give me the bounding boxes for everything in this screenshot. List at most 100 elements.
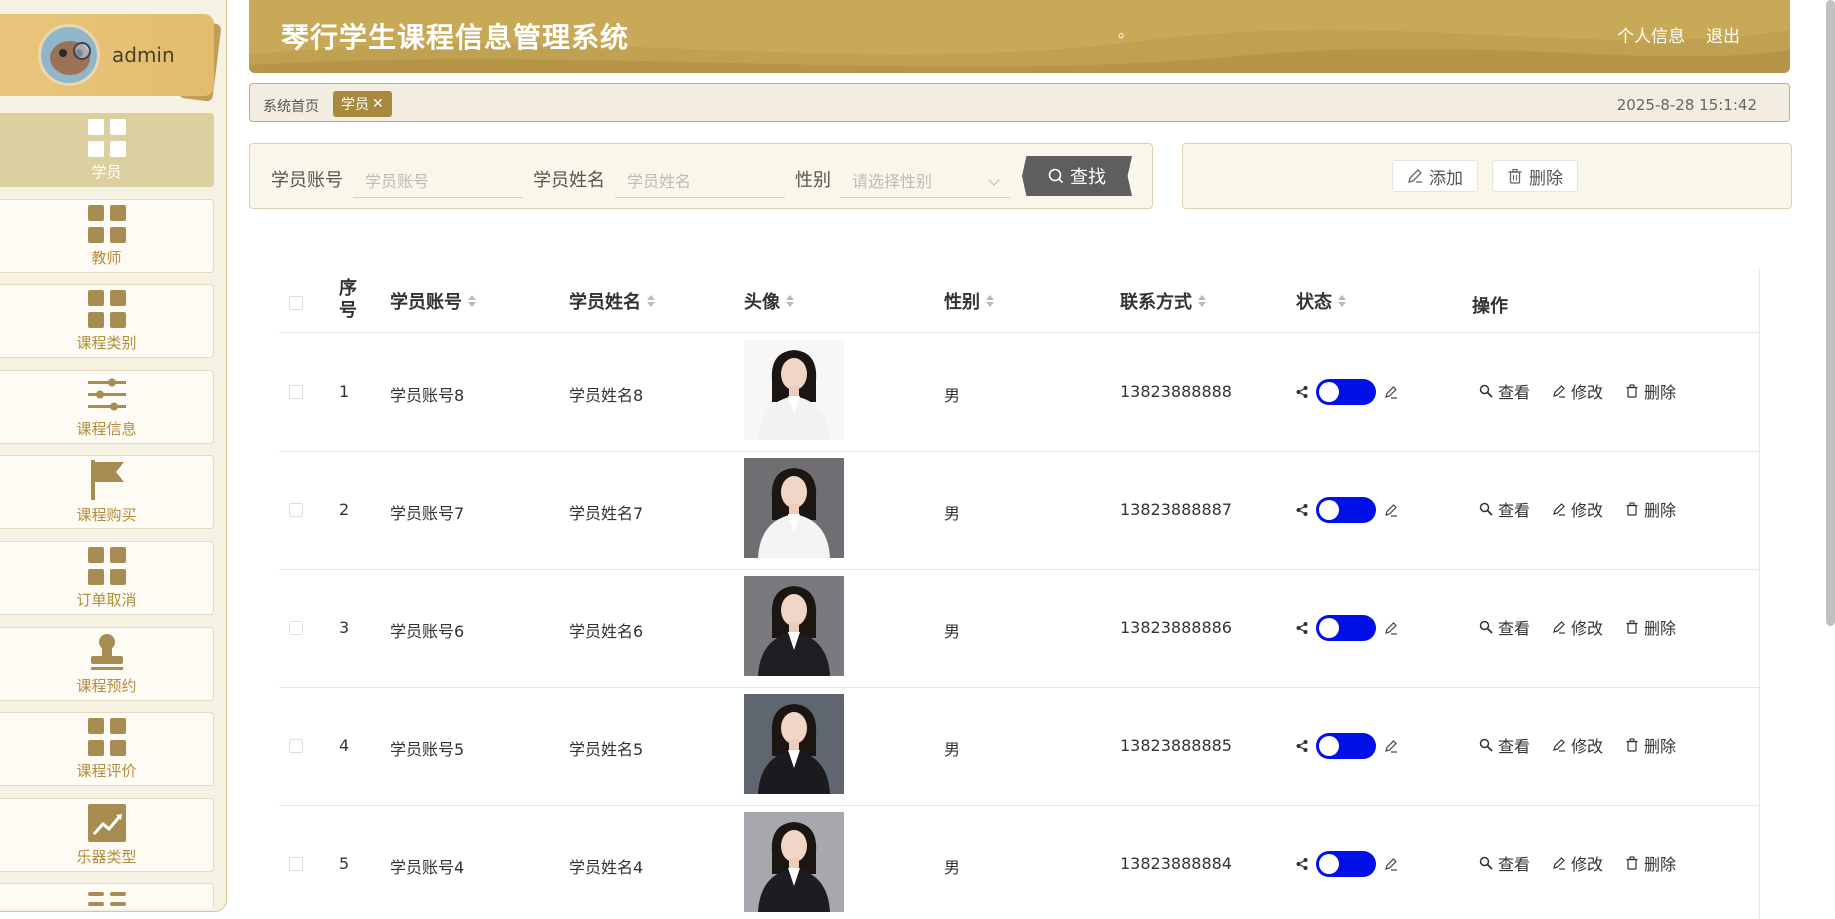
- grid-icon: [87, 717, 126, 756]
- student-photo[interactable]: [744, 340, 844, 440]
- row-checkbox[interactable]: [289, 857, 303, 871]
- search-panel: 学员账号 学员账号 学员姓名 学员姓名 性别 请选择性别 查找: [249, 143, 1153, 209]
- sidebar-item-order-cancel[interactable]: 订单取消: [0, 541, 214, 615]
- sidebar-item-teachers[interactable]: 教师: [0, 199, 214, 273]
- edit-button[interactable]: 修改: [1552, 615, 1603, 639]
- row-checkbox[interactable]: [289, 739, 303, 753]
- delete-button[interactable]: 删除: [1492, 160, 1578, 192]
- edit-icon[interactable]: [1384, 621, 1398, 635]
- sidebar-item-students[interactable]: 学员: [0, 113, 214, 187]
- delete-row-button[interactable]: 删除: [1625, 615, 1676, 639]
- view-button[interactable]: 查看: [1479, 497, 1530, 521]
- status-toggle[interactable]: [1316, 497, 1376, 523]
- edit-button-label: 修改: [1571, 737, 1604, 756]
- status-cell: [1296, 733, 1398, 759]
- row-checkbox[interactable]: [289, 385, 303, 399]
- header-status[interactable]: 状态: [1296, 288, 1346, 314]
- edit-icon[interactable]: [1384, 739, 1398, 753]
- status-toggle[interactable]: [1316, 733, 1376, 759]
- edit-icon[interactable]: [1384, 857, 1398, 871]
- student-photo[interactable]: [744, 458, 844, 558]
- view-button[interactable]: 查看: [1479, 851, 1530, 875]
- gender-select[interactable]: 请选择性别: [840, 158, 1010, 198]
- student-photo[interactable]: [744, 812, 844, 912]
- delete-row-button[interactable]: 删除: [1625, 851, 1676, 875]
- sort-icon[interactable]: [1338, 295, 1346, 307]
- tag-home[interactable]: 系统首页: [263, 96, 319, 116]
- sidebar-item-more[interactable]: [0, 883, 214, 909]
- share-icon[interactable]: [1296, 386, 1308, 398]
- sort-icon[interactable]: [786, 295, 794, 307]
- sidebar-item-instrument-type[interactable]: 乐器类型: [0, 798, 214, 872]
- app-root: admin 学员 教师 课程类别 课程信息 课程购买 订单取消 课程预约 课程评…: [0, 0, 1835, 919]
- sort-icon[interactable]: [986, 295, 994, 307]
- sidebar-item-course-info[interactable]: 课程信息: [0, 370, 214, 444]
- sort-icon[interactable]: [1198, 295, 1206, 307]
- page-scrollbar[interactable]: [1826, 0, 1835, 626]
- header-phone[interactable]: 联系方式: [1120, 288, 1206, 314]
- edit-icon: [1553, 621, 1566, 634]
- header-gender[interactable]: 性别: [944, 288, 994, 314]
- header-account[interactable]: 学员账号: [390, 288, 476, 314]
- row-actions: 查看 修改 删除: [1479, 379, 1676, 403]
- view-button[interactable]: 查看: [1479, 379, 1530, 403]
- header-avatar[interactable]: 头像: [744, 288, 794, 314]
- view-button[interactable]: 查看: [1479, 733, 1530, 757]
- sidebar-item-course-purchase[interactable]: 课程购买: [0, 455, 214, 529]
- header-name[interactable]: 学员姓名: [569, 288, 655, 314]
- row-account: 学员账号4: [390, 858, 465, 877]
- sidebar-item-course-booking[interactable]: 课程预约: [0, 627, 214, 701]
- tag-students-active[interactable]: 学员 ✕: [333, 91, 392, 117]
- sidebar-item-course-review[interactable]: 课程评价: [0, 712, 214, 786]
- trash-icon: [1626, 502, 1638, 516]
- row-checkbox[interactable]: [289, 503, 303, 517]
- sort-icon[interactable]: [647, 295, 655, 307]
- row-name: 学员姓名4: [569, 858, 644, 877]
- logout-link[interactable]: 退出: [1706, 22, 1740, 47]
- delete-row-button-label: 删除: [1644, 619, 1677, 638]
- edit-button[interactable]: 修改: [1552, 497, 1603, 521]
- row-checkbox[interactable]: [289, 621, 303, 635]
- edit-button[interactable]: 修改: [1552, 733, 1603, 757]
- row-index: 3: [339, 618, 350, 637]
- edit-icon[interactable]: [1384, 503, 1398, 517]
- account-input[interactable]: 学员账号: [353, 158, 523, 198]
- select-all-checkbox[interactable]: [289, 296, 303, 310]
- search-icon: [1479, 502, 1493, 516]
- trash-icon: [1626, 856, 1638, 870]
- view-button-label: 查看: [1498, 737, 1531, 756]
- row-gender: 男: [944, 622, 961, 641]
- share-icon[interactable]: [1296, 858, 1308, 870]
- edit-button[interactable]: 修改: [1552, 851, 1603, 875]
- row-phone: 13823888885: [1120, 736, 1232, 755]
- grid-icon: [87, 204, 126, 243]
- status-toggle[interactable]: [1316, 851, 1376, 877]
- sort-icon[interactable]: [468, 295, 476, 307]
- search-button[interactable]: 查找: [1022, 156, 1132, 196]
- edit-button[interactable]: 修改: [1552, 379, 1603, 403]
- search-button-label: 查找: [1070, 167, 1106, 188]
- status-toggle[interactable]: [1316, 615, 1376, 641]
- share-icon[interactable]: [1296, 504, 1308, 516]
- user-profile[interactable]: admin: [0, 14, 214, 96]
- student-photo[interactable]: [744, 694, 844, 794]
- name-input[interactable]: 学员姓名: [615, 158, 785, 198]
- view-button[interactable]: 查看: [1479, 615, 1530, 639]
- share-icon[interactable]: [1296, 740, 1308, 752]
- edit-icon[interactable]: [1384, 385, 1398, 399]
- share-icon[interactable]: [1296, 622, 1308, 634]
- delete-row-button[interactable]: 删除: [1625, 497, 1676, 521]
- grid-icon: [87, 892, 126, 906]
- delete-row-button[interactable]: 删除: [1625, 733, 1676, 757]
- close-icon[interactable]: ✕: [372, 96, 384, 112]
- delete-row-button[interactable]: 删除: [1625, 379, 1676, 403]
- student-photo[interactable]: [744, 576, 844, 676]
- status-cell: [1296, 615, 1398, 641]
- sidebar-item-label: 课程评价: [76, 761, 137, 780]
- sidebar-item-course-category[interactable]: 课程类别: [0, 284, 214, 358]
- row-account: 学员账号8: [390, 386, 465, 405]
- profile-link[interactable]: 个人信息: [1617, 22, 1685, 47]
- add-button[interactable]: 添加: [1392, 160, 1478, 192]
- status-toggle[interactable]: [1316, 379, 1376, 405]
- action-panel: 添加 删除: [1182, 143, 1792, 209]
